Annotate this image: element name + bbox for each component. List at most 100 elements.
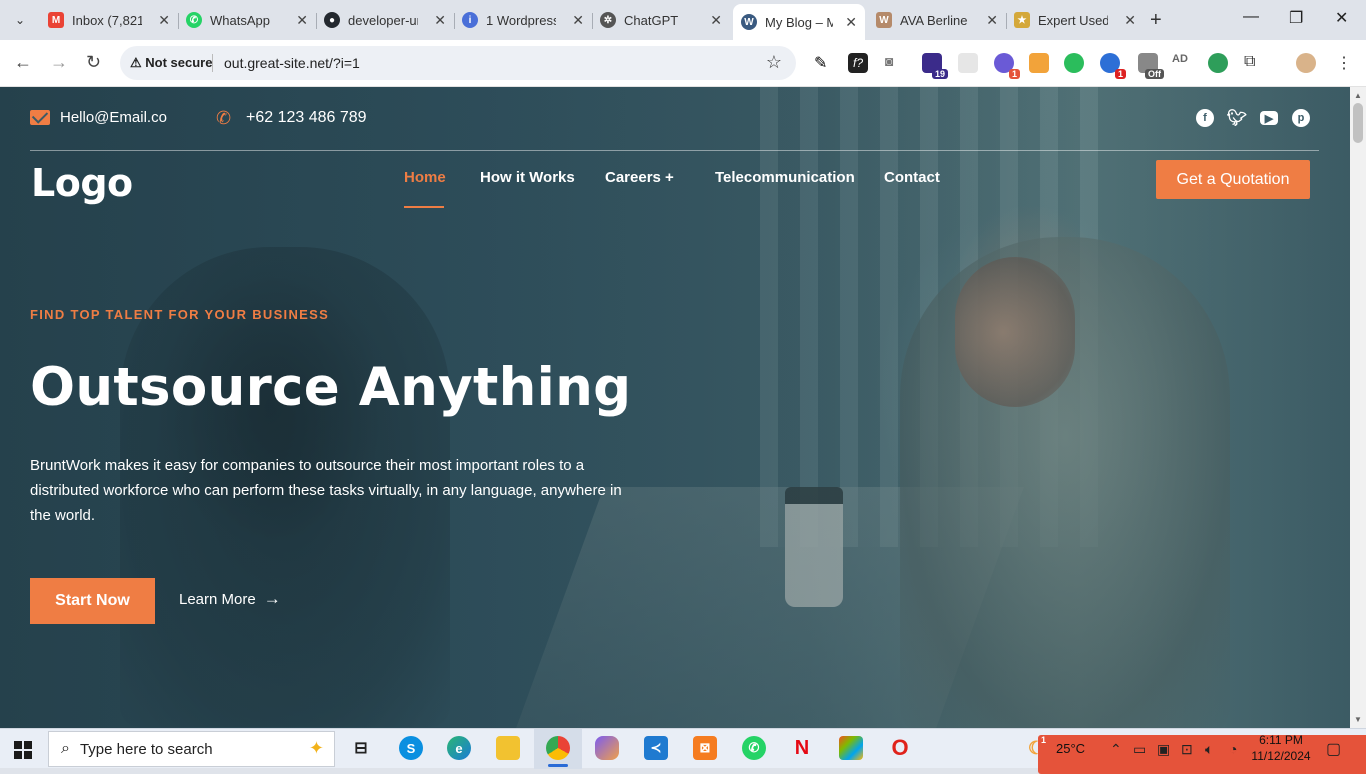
windows-start-icon[interactable] — [14, 741, 32, 759]
scroll-up-icon[interactable]: ▲ — [1354, 91, 1362, 100]
github-icon: ● — [324, 12, 340, 28]
kebab-menu-icon[interactable]: ⋮ — [1336, 53, 1356, 73]
spark-extension-icon[interactable]: 1 — [994, 53, 1020, 79]
wifi-icon[interactable]: ◔ — [1229, 741, 1237, 757]
windows-taskbar: ⌕ Type here to search ✦ ⊟ S e ≺ ⊠ ✆ N O … — [0, 728, 1366, 774]
chatgpt-icon: ✲ — [600, 12, 616, 28]
youtube-icon[interactable]: ▶ — [1260, 111, 1278, 125]
taskbar-search[interactable]: ⌕ Type here to search ✦ — [48, 731, 335, 767]
contact-phone[interactable]: ✆ +62 123 486 789 — [216, 108, 367, 128]
green-link-extension-icon[interactable] — [1064, 53, 1084, 73]
tab-title: Inbox (7,821) — [72, 12, 142, 28]
nav-home[interactable]: Home — [404, 169, 446, 186]
close-icon[interactable]: ✕ — [845, 14, 857, 31]
profile-avatar[interactable] — [1296, 53, 1316, 73]
window-close-icon[interactable]: ✕ — [1335, 8, 1348, 28]
bookmark-star-icon[interactable]: ☆ — [766, 52, 782, 73]
tab-title: Expert Used — [1038, 12, 1108, 28]
twitter-icon[interactable]: 🐦︎ — [1227, 109, 1247, 127]
weather-temp[interactable]: 25°C — [1056, 741, 1085, 756]
off-extension-icon[interactable]: Off — [1138, 53, 1164, 79]
nav-telecommunication[interactable]: Telecommunication — [715, 169, 855, 186]
camera-icon[interactable]: ◙ — [885, 53, 905, 73]
new-tab-button[interactable]: + — [1150, 9, 1162, 32]
orange-extension-icon[interactable] — [1029, 53, 1049, 73]
nav-contact[interactable]: Contact — [884, 169, 940, 186]
vscode-icon[interactable]: ≺ — [644, 736, 668, 760]
edge-icon[interactable]: e — [447, 736, 471, 760]
formula-extension-icon[interactable]: f? — [848, 53, 868, 73]
task-view-icon[interactable]: ⊟ — [349, 736, 373, 760]
header-divider — [30, 150, 1319, 151]
network-device-icon[interactable]: ▣ — [1157, 741, 1170, 758]
chrome-icon[interactable] — [546, 736, 570, 760]
tab-search-icon[interactable]: ⌄ — [8, 8, 32, 32]
system-clock[interactable]: 6:11 PM 11/12/2024 — [1248, 732, 1314, 764]
opera-icon[interactable]: O — [888, 735, 912, 760]
address-bar[interactable]: ⚠ Not secure out.great-site.net/?i=1 ☆ — [120, 46, 796, 80]
notification-app-icon[interactable]: ⊡ — [1181, 741, 1193, 758]
tab-expert-used[interactable]: ★ Expert Used ✕ — [1006, 6, 1144, 34]
chevron-up-icon[interactable]: ⌃ — [1110, 741, 1122, 758]
whatsapp-icon[interactable]: ✆ — [742, 736, 766, 760]
close-icon[interactable]: ✕ — [1124, 12, 1136, 29]
tab-title: My Blog – M — [765, 14, 833, 30]
tab-ava-berline[interactable]: W AVA Berline ✕ — [868, 6, 1007, 34]
start-now-button[interactable]: Start Now — [30, 578, 155, 624]
reload-icon[interactable]: ↻ — [86, 52, 101, 73]
close-icon[interactable]: ✕ — [572, 12, 584, 29]
scroll-thumb[interactable] — [1353, 103, 1363, 143]
page-scrollbar[interactable]: ▲ ▼ — [1350, 87, 1366, 728]
tab-chatgpt[interactable]: ✲ ChatGPT ✕ — [592, 6, 730, 34]
battery-icon[interactable]: ▭ — [1133, 741, 1146, 758]
weather-badge: 1 — [1038, 735, 1366, 774]
puzzle-extensions-icon[interactable]: ⧉ — [1244, 53, 1264, 73]
tab-title: 1 Wordpress — [486, 12, 556, 28]
back-icon[interactable]: ← — [14, 52, 32, 73]
close-icon[interactable]: ✕ — [434, 12, 446, 29]
volume-icon[interactable]: 🔈︎ — [1205, 741, 1213, 758]
close-icon[interactable]: ✕ — [158, 12, 170, 29]
file-explorer-icon[interactable] — [496, 736, 520, 760]
blue-extension-icon[interactable]: 1 — [1100, 53, 1126, 79]
ad-extension-icon[interactable]: AD — [1172, 53, 1192, 73]
url-text[interactable]: out.great-site.net/?i=1 — [224, 55, 360, 71]
learn-more-link[interactable]: Learn More → — [179, 589, 281, 609]
store-icon[interactable] — [839, 736, 863, 760]
info-icon: i — [462, 12, 478, 28]
tab-title: developer-ur — [348, 12, 418, 28]
site-logo[interactable]: Logo — [31, 161, 133, 205]
tab-my-blog[interactable]: W My Blog – M ✕ — [733, 4, 865, 40]
tab-wordpress-info[interactable]: i 1 Wordpress ✕ — [454, 6, 593, 34]
tab-whatsapp[interactable]: ✆ WhatsApp ✕ — [178, 6, 317, 34]
copilot-icon[interactable] — [595, 736, 619, 760]
robot-extension-icon[interactable] — [1208, 53, 1228, 73]
close-icon[interactable]: ✕ — [296, 12, 308, 29]
restore-icon[interactable]: ❐ — [1289, 8, 1303, 28]
close-icon[interactable]: ✕ — [710, 12, 722, 29]
page-viewport: Hello@Email.co ✆ +62 123 486 789 f 🐦︎ ▶ … — [0, 87, 1350, 728]
contact-email[interactable]: Hello@Email.co — [30, 109, 167, 126]
close-icon[interactable]: ✕ — [986, 12, 998, 29]
minimize-icon[interactable]: — — [1243, 8, 1259, 26]
hero-eyebrow: FIND TOP TALENT FOR YOUR BUSINESS — [30, 307, 330, 322]
forward-icon[interactable]: → — [50, 52, 68, 73]
skype-icon[interactable]: S — [399, 736, 423, 760]
get-quotation-button[interactable]: Get a Quotation — [1156, 160, 1310, 199]
not-secure-indicator[interactable]: ⚠ Not secure — [130, 55, 212, 71]
nav-careers[interactable]: Careers + — [605, 169, 674, 186]
tab-github[interactable]: ● developer-ur ✕ — [316, 6, 455, 34]
netflix-icon[interactable]: N — [790, 736, 814, 760]
pinterest-icon[interactable]: p — [1292, 109, 1310, 127]
eyedropper-icon[interactable]: ✎ — [814, 53, 834, 73]
grid-extension-icon[interactable] — [958, 53, 978, 73]
xampp-icon[interactable]: ⊠ — [693, 736, 717, 760]
security-label: Not secure — [145, 55, 213, 70]
facebook-icon[interactable]: f — [1196, 109, 1214, 127]
nav-how-it-works[interactable]: How it Works — [480, 169, 575, 186]
graduation-extension-icon[interactable]: 19 — [922, 53, 948, 79]
tab-gmail[interactable]: M Inbox (7,821) ✕ — [40, 6, 179, 34]
arrow-right-icon: → — [263, 589, 281, 608]
notifications-icon[interactable]: ▢ — [1326, 739, 1341, 759]
scroll-down-icon[interactable]: ▼ — [1354, 715, 1362, 724]
